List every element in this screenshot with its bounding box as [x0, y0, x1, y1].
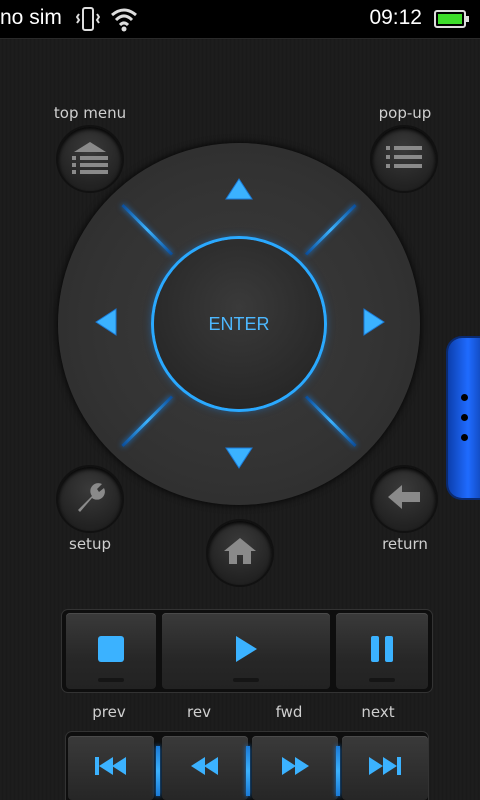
- enter-label: ENTER: [208, 313, 270, 334]
- transport-controls: [62, 610, 432, 692]
- setup-label: setup: [69, 535, 111, 553]
- enter-button[interactable]: ENTER: [154, 239, 324, 409]
- rev-button[interactable]: [162, 736, 248, 800]
- seek-separator: [336, 746, 340, 796]
- prev-button[interactable]: [68, 736, 154, 800]
- top-menu-icon: [70, 140, 110, 178]
- carrier-text: no sim: [0, 6, 62, 29]
- dpad: ENTER: [58, 143, 420, 505]
- setup-button[interactable]: [58, 467, 122, 531]
- top-menu-button[interactable]: [58, 127, 122, 191]
- grip-dot: [461, 414, 468, 421]
- button-notch: [369, 678, 395, 682]
- rewind-icon: [189, 755, 221, 781]
- play-icon: [233, 634, 259, 668]
- stop-icon: [96, 634, 126, 668]
- pause-button[interactable]: [336, 613, 428, 689]
- prev-label: prev: [92, 703, 126, 721]
- pause-icon: [367, 634, 397, 668]
- home-icon: [223, 536, 257, 570]
- popup-button[interactable]: [372, 127, 436, 191]
- side-panel-tab[interactable]: [448, 338, 480, 498]
- button-notch: [98, 678, 124, 682]
- rev-label: rev: [187, 703, 211, 721]
- fast-forward-icon: [279, 755, 311, 781]
- grip-dot: [461, 394, 468, 401]
- list-icon: [384, 142, 424, 176]
- return-button[interactable]: [372, 467, 436, 531]
- next-button[interactable]: [342, 736, 428, 800]
- wrench-icon: [72, 479, 108, 519]
- wifi-icon: [110, 6, 138, 36]
- skip-previous-icon: [93, 755, 129, 781]
- grip-dot: [461, 434, 468, 441]
- left-arrow-icon[interactable]: [94, 307, 118, 341]
- button-notch: [233, 678, 259, 682]
- return-label: return: [382, 535, 428, 553]
- skip-next-icon: [367, 755, 403, 781]
- dpad-divider: [121, 203, 174, 256]
- top-menu-label: top menu: [53, 104, 127, 122]
- seek-separator: [156, 746, 160, 796]
- play-button[interactable]: [162, 613, 330, 689]
- up-arrow-icon[interactable]: [224, 177, 254, 205]
- home-button[interactable]: [208, 521, 272, 585]
- status-bar: no sim 09:12: [0, 0, 480, 39]
- stop-button[interactable]: [66, 613, 156, 689]
- fwd-label: fwd: [275, 703, 303, 721]
- battery-icon: [434, 9, 470, 33]
- back-arrow-icon: [386, 482, 422, 516]
- dpad-divider: [304, 395, 357, 448]
- next-label: next: [361, 703, 395, 721]
- dpad-divider: [304, 203, 357, 256]
- vibrate-icon: [75, 6, 101, 36]
- clock-text: 09:12: [369, 6, 422, 29]
- down-arrow-icon[interactable]: [224, 446, 254, 474]
- seek-controls: [66, 732, 428, 800]
- dpad-divider: [121, 395, 174, 448]
- right-arrow-icon[interactable]: [362, 307, 386, 341]
- seek-separator: [246, 746, 250, 796]
- popup-label: pop-up: [378, 104, 432, 122]
- fwd-button[interactable]: [252, 736, 338, 800]
